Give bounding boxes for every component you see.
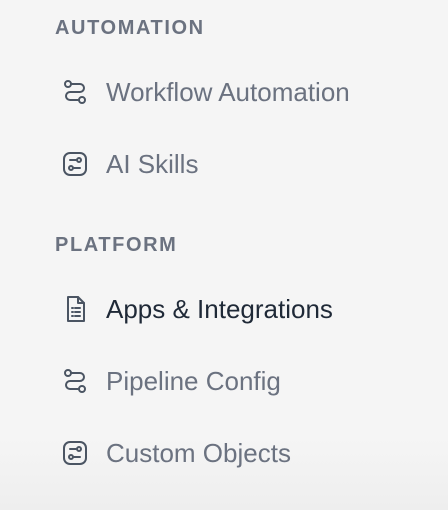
document-icon bbox=[60, 294, 90, 324]
sidebar-item-custom-objects[interactable]: Custom Objects bbox=[48, 429, 408, 477]
sidebar-item-ai-skills[interactable]: AI Skills bbox=[48, 140, 408, 188]
section-title-automation: AUTOMATION bbox=[55, 17, 205, 39]
route-icon bbox=[60, 77, 90, 107]
custom-objects-icon bbox=[60, 438, 90, 468]
section-title-platform: PLATFORM bbox=[55, 234, 178, 256]
route-icon bbox=[60, 366, 90, 396]
ai-skills-icon bbox=[60, 149, 90, 179]
sidebar-item-apps-integrations[interactable]: Apps & Integrations bbox=[48, 285, 408, 333]
sidebar-item-label: Custom Objects bbox=[106, 438, 291, 468]
sidebar-item-label: Pipeline Config bbox=[106, 366, 281, 396]
sidebar-item-pipeline-config[interactable]: Pipeline Config bbox=[48, 357, 408, 405]
sidebar-item-label: AI Skills bbox=[106, 149, 199, 179]
sidebar-item-label: Apps & Integrations bbox=[106, 294, 333, 324]
sidebar-item-workflow-automation[interactable]: Workflow Automation bbox=[48, 68, 408, 116]
sidebar-navigation: AUTOMATION Workflow Automation AI Skills… bbox=[0, 0, 448, 510]
sidebar-item-label: Workflow Automation bbox=[106, 77, 350, 107]
